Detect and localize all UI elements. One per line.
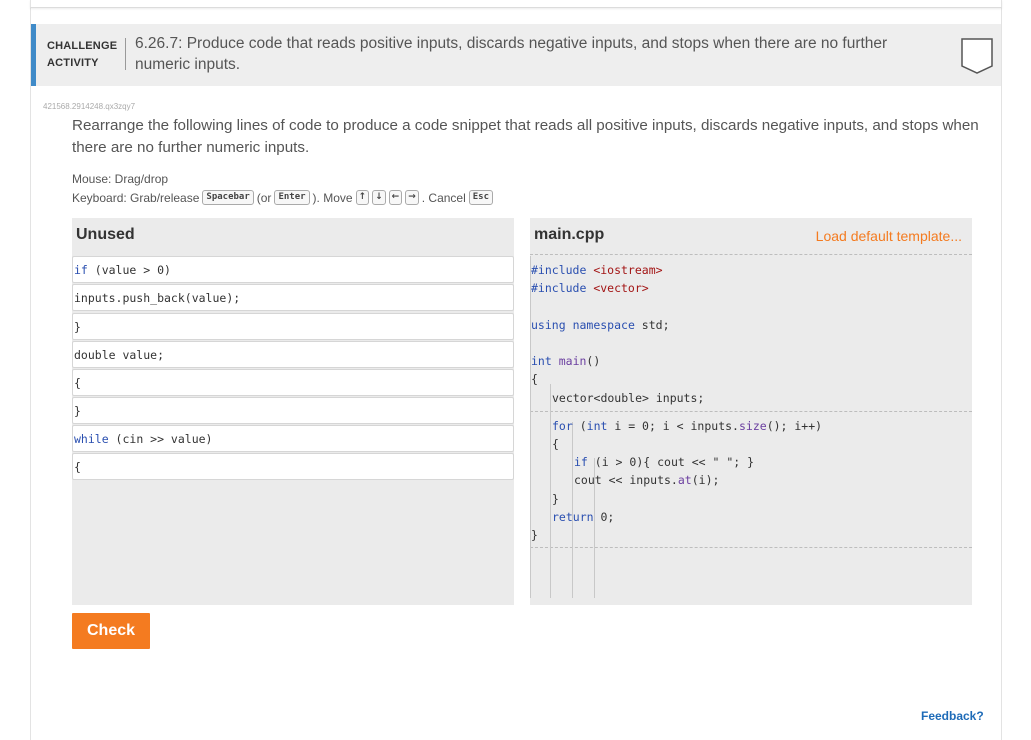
code-line: if (i > 0){ cout << " "; }: [574, 455, 755, 469]
code-line: #include <vector>: [531, 281, 649, 295]
code-block-while[interactable]: while (cin >> value): [72, 425, 514, 452]
code-editor-panel[interactable]: main.cpp Load default template... #inclu…: [530, 218, 972, 605]
top-divider: [30, 0, 1002, 8]
check-button[interactable]: Check: [72, 613, 150, 649]
arrow-up-icon: ↑: [355, 190, 370, 205]
code-line: }: [552, 492, 559, 506]
key-esc: Esc: [468, 190, 494, 205]
code-line: cout << inputs.at(i);: [574, 473, 720, 487]
drop-line: [530, 411, 972, 412]
code-line: #include <iostream>: [531, 263, 663, 277]
drop-line: [530, 254, 972, 255]
code-block-open-brace[interactable]: {: [72, 369, 514, 396]
keyboard-instructions: Keyboard: Grab/release Spacebar (or Ente…: [72, 190, 494, 205]
key-spacebar: Spacebar: [202, 190, 254, 205]
code-block-push-back[interactable]: inputs.push_back(value);: [72, 284, 514, 311]
header-divider: [125, 38, 126, 70]
key-enter: Enter: [274, 190, 310, 205]
unused-panel: Unused if (value > 0) inputs.push_back(v…: [72, 218, 514, 605]
code-block-if[interactable]: if (value > 0): [72, 256, 514, 283]
code-block-close-brace[interactable]: }: [72, 313, 514, 340]
code-block-close-brace[interactable]: }: [72, 397, 514, 424]
completion-badge-icon: [961, 38, 993, 74]
arrow-right-icon: →: [405, 190, 419, 205]
code-line: {: [552, 437, 559, 451]
arrow-left-icon: ←: [388, 190, 403, 205]
feedback-link[interactable]: Feedback?: [921, 709, 984, 723]
code-line: {: [531, 372, 538, 386]
code-block-open-brace[interactable]: {: [72, 453, 514, 480]
code-line: for (int i = 0; i < inputs.size(); i++): [552, 419, 823, 433]
drop-line: [530, 547, 972, 548]
file-name: main.cpp: [534, 226, 605, 243]
code-line: return 0;: [552, 510, 615, 524]
unused-title: Unused: [76, 226, 135, 243]
activity-header: CHALLENGE ACTIVITY 6.26.7: Produce code …: [31, 24, 1001, 86]
code-line: }: [531, 528, 538, 542]
activity-type-label: CHALLENGE ACTIVITY: [47, 40, 118, 69]
code-line: using namespace std;: [531, 318, 670, 332]
instructions: Rearrange the following lines of code to…: [72, 117, 979, 156]
activity-title: 6.26.7: Produce code that reads positive…: [135, 35, 888, 73]
code-line: vector<double> inputs;: [552, 391, 705, 405]
indent-guide: [530, 256, 531, 598]
load-template-link[interactable]: Load default template...: [816, 228, 962, 244]
code-line: int main(): [531, 354, 601, 368]
arrow-down-icon: ↓: [372, 190, 386, 205]
activity-id: 421568.2914248.qx3zqy7: [43, 102, 136, 111]
indent-guide: [550, 384, 551, 598]
mouse-instructions: Mouse: Drag/drop: [72, 172, 169, 186]
code-block-declaration[interactable]: double value;: [72, 341, 514, 368]
